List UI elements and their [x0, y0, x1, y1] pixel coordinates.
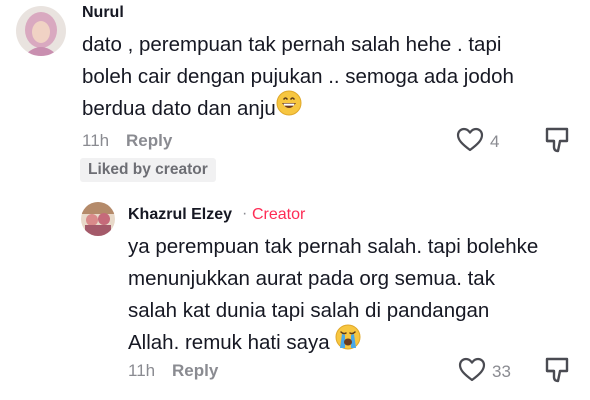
dislike-button[interactable]: [544, 126, 570, 159]
comment-time: 11h: [82, 131, 110, 150]
dislike-icon: [544, 127, 570, 158]
comment-line: salah kat dunia tapi salah di pandangan: [128, 299, 490, 322]
reply-text: ya perempuan tak pernah salah. tapi bole…: [128, 231, 583, 360]
creator-tag: Creator: [252, 206, 306, 223]
like-count: 33: [492, 362, 511, 381]
comment-author[interactable]: Nurul: [82, 4, 124, 22]
dislike-button[interactable]: [544, 356, 570, 389]
like-count: 4: [490, 132, 500, 151]
dislike-icon: [544, 357, 570, 388]
avatar[interactable]: [16, 6, 66, 56]
separator-dot: ·: [242, 205, 248, 222]
reply-button[interactable]: Reply: [126, 131, 172, 151]
reply-time: 11h: [128, 361, 156, 380]
like-button[interactable]: 33: [458, 357, 511, 387]
heart-icon: [458, 357, 486, 387]
comment-line: berdua dato dan anju: [82, 90, 582, 126]
like-button[interactable]: 4: [456, 127, 499, 157]
avatar[interactable]: [81, 202, 115, 236]
comment-line: menunjukkan aurat pada org semua. tak: [128, 267, 495, 290]
comment-line: ya perempuan tak pernah salah. tapi bole…: [128, 235, 539, 258]
grinning-face-emoji: [276, 90, 302, 126]
liked-by-creator-badge: Liked by creator: [80, 158, 216, 182]
heart-icon: [456, 127, 484, 157]
reply-author[interactable]: Khazrul Elzey: [128, 206, 232, 224]
comment-line: boleh cair dengan pujukan .. semoga ada …: [82, 65, 514, 88]
reply-button[interactable]: Reply: [172, 361, 218, 381]
comment-line: Allah. remuk hati saya: [128, 324, 583, 360]
crying-face-emoji: [335, 324, 361, 360]
comment-line: dato , perempuan tak pernah salah hehe .…: [82, 33, 502, 56]
comment-text: dato , perempuan tak pernah salah hehe .…: [82, 29, 582, 126]
